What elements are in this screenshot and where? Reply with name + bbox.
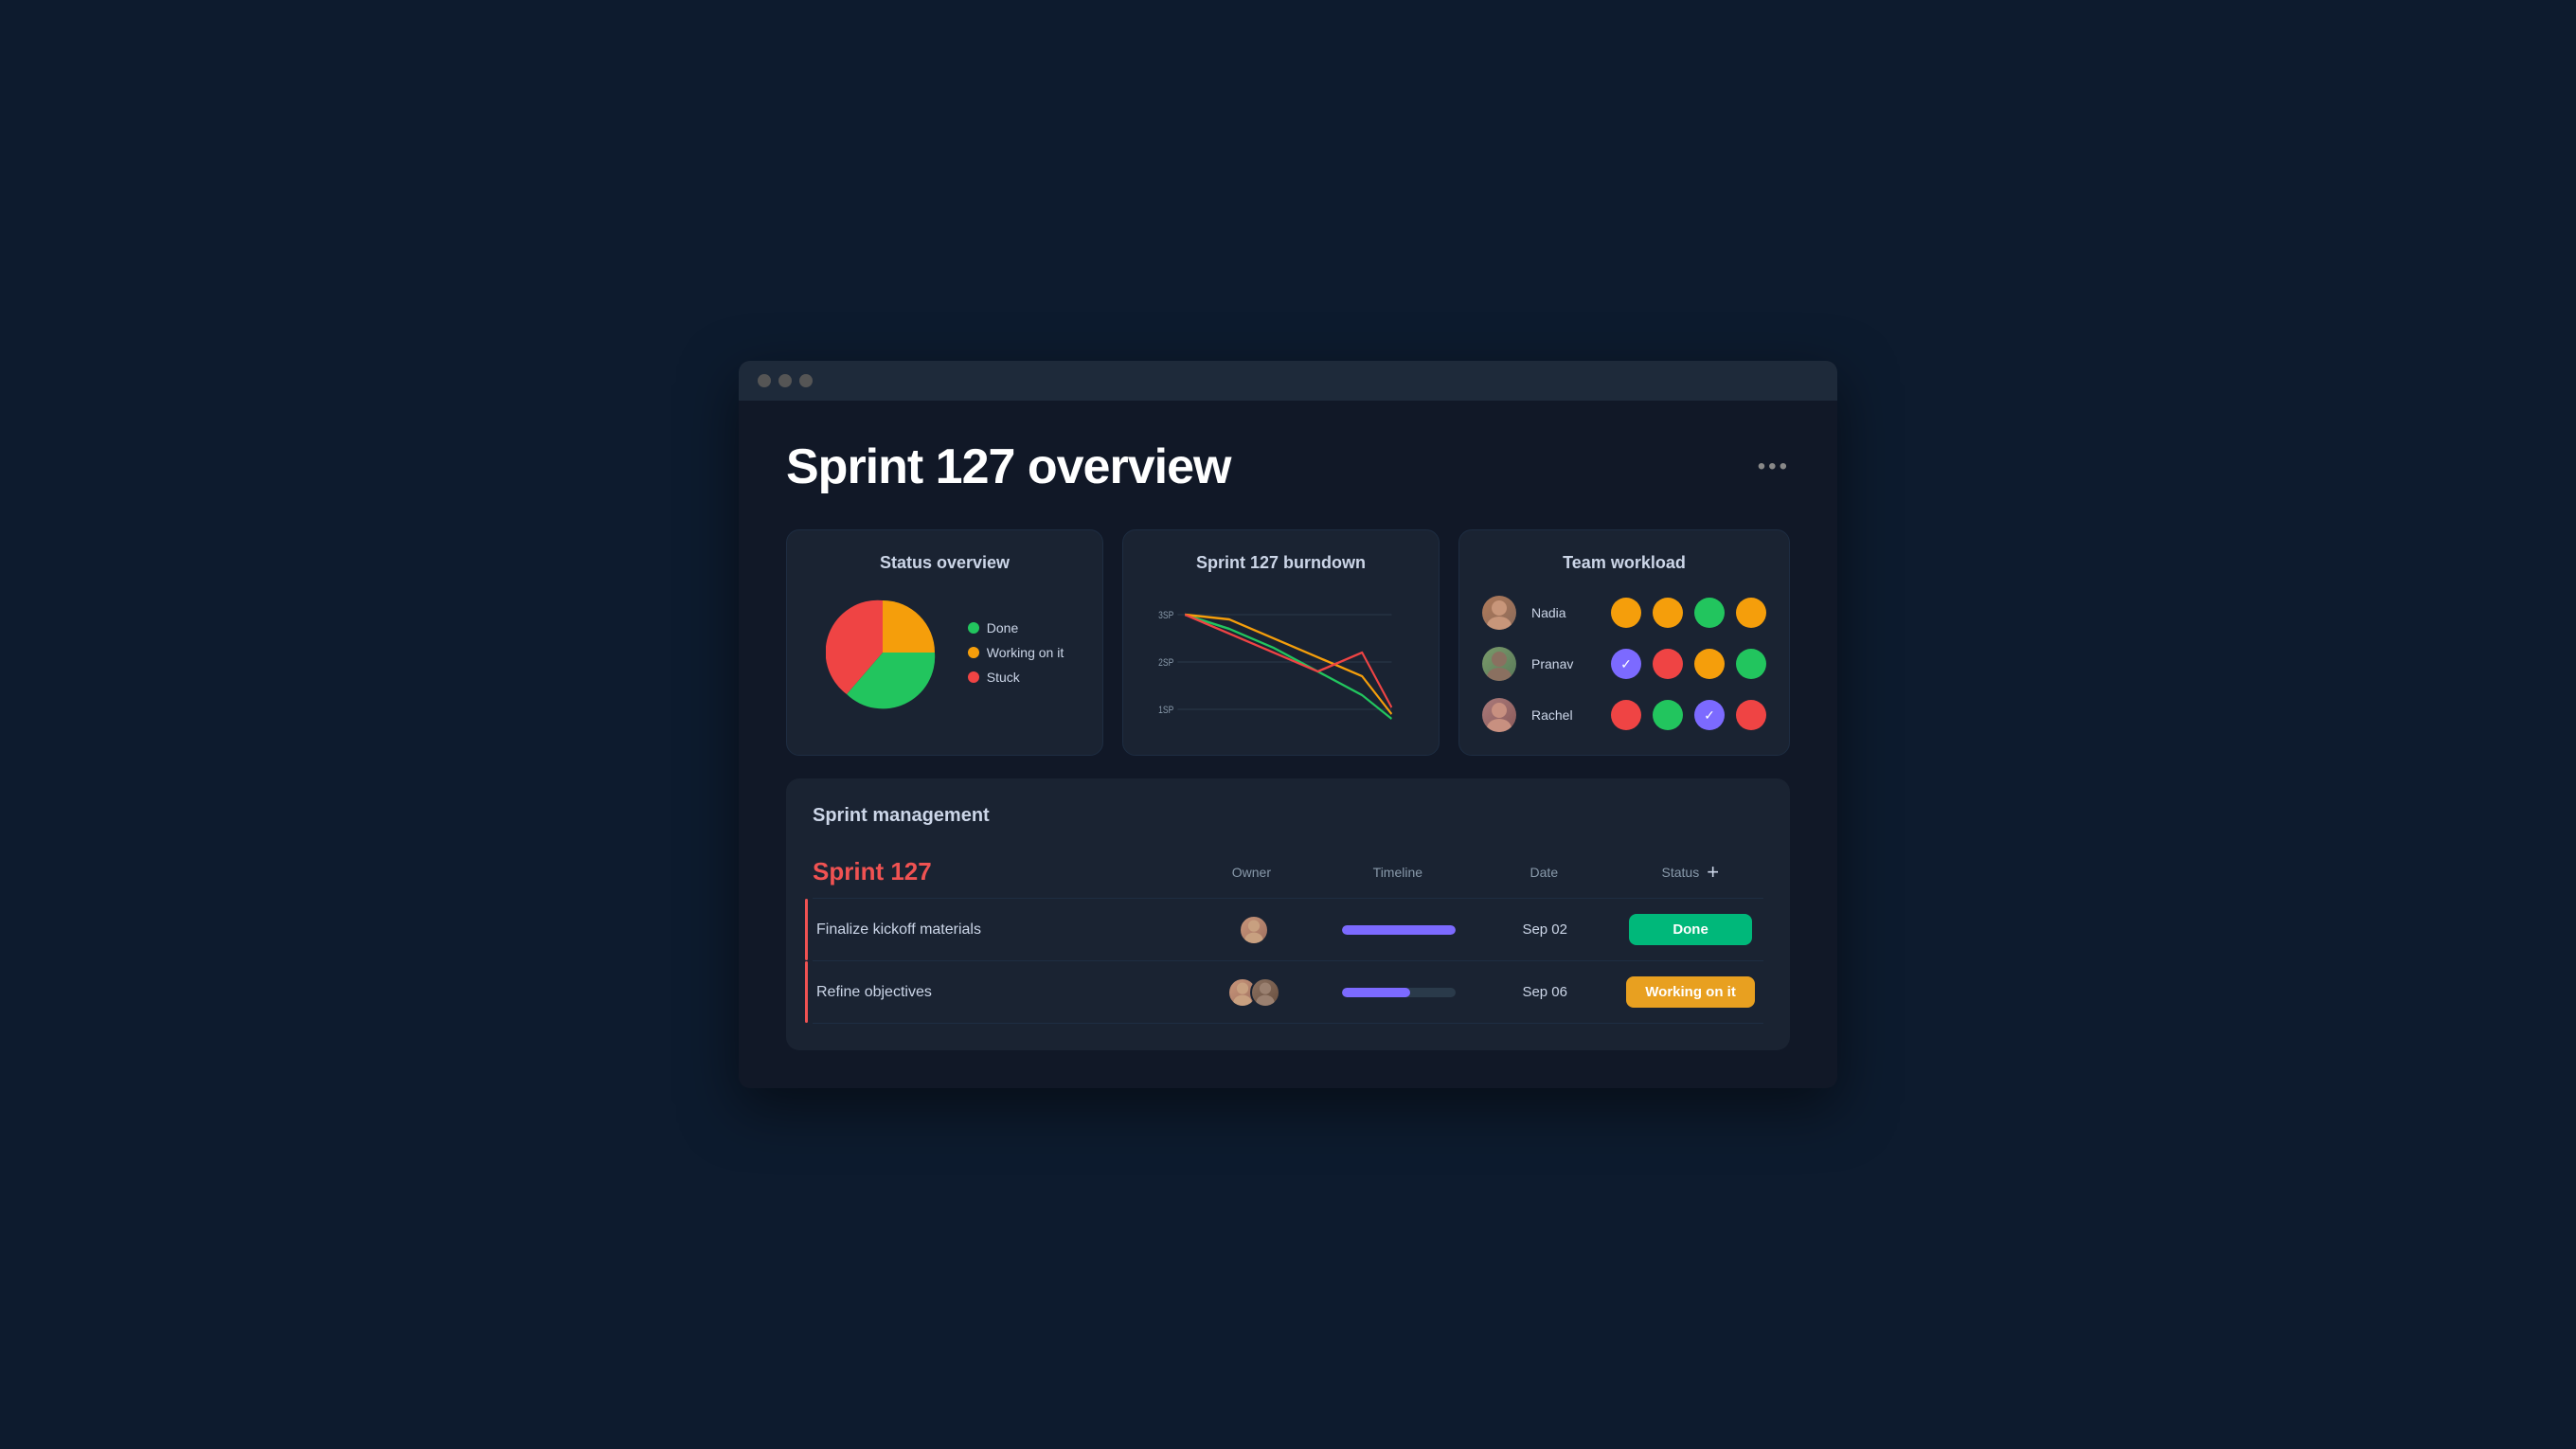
main-content: Sprint 127 overview ••• Status overview: [739, 401, 1837, 1088]
owner-avatars-1: [1227, 977, 1280, 1008]
legend-label-working: Working on it: [987, 645, 1064, 660]
task-date-0: Sep 02: [1472, 921, 1618, 938]
window-dot-yellow: [778, 374, 792, 387]
nadia-dot-4: [1736, 598, 1766, 628]
legend-done: Done: [968, 620, 1064, 635]
status-card-inner: Done Working on it Stuck: [810, 596, 1080, 709]
page-header: Sprint 127 overview •••: [786, 438, 1790, 495]
legend-dot-working: [968, 647, 979, 658]
col-date: Date: [1471, 865, 1617, 880]
avatar-nadia: [1482, 596, 1516, 630]
legend-dot-stuck: [968, 671, 979, 683]
burndown-title: Sprint 127 burndown: [1146, 553, 1416, 573]
more-options-button[interactable]: •••: [1758, 454, 1790, 480]
rachel-dot-3: ✓: [1694, 700, 1725, 730]
member-name-nadia: Nadia: [1531, 605, 1588, 620]
rachel-status-dots: ✓: [1611, 700, 1766, 730]
rachel-dot-1: [1611, 700, 1641, 730]
window-dot-green: [799, 374, 813, 387]
team-workload-title: Team workload: [1482, 553, 1766, 573]
team-row-pranav: Pranav ✓: [1482, 647, 1766, 681]
svg-text:1SP: 1SP: [1158, 705, 1174, 716]
owner-avatars-0: [1239, 915, 1269, 945]
pie-chart: [826, 596, 939, 709]
pranav-dot-2: [1653, 649, 1683, 679]
svg-text:3SP: 3SP: [1158, 610, 1174, 621]
status-overview-card: Status overview: [786, 529, 1103, 756]
legend-label-stuck: Stuck: [987, 670, 1020, 685]
task-timeline-0: [1326, 925, 1472, 935]
member-name-pranav: Pranav: [1531, 656, 1588, 671]
legend-dot-done: [968, 622, 979, 634]
sprint-management-title: Sprint management: [813, 805, 1763, 827]
pranav-dot-3: [1694, 649, 1725, 679]
owner-avatar-1-1: [1250, 977, 1280, 1008]
svg-text:2SP: 2SP: [1158, 657, 1174, 669]
burndown-card: Sprint 127 burndown 3SP 2SP 1SP: [1122, 529, 1440, 756]
sprint-management-section: Sprint management Sprint 127 Owner Timel…: [786, 778, 1790, 1050]
avatar-pranav: [1482, 647, 1516, 681]
task-row-0: Finalize kickoff materials: [813, 899, 1763, 961]
timeline-bar-1: [1342, 988, 1456, 997]
status-legend: Done Working on it Stuck: [968, 620, 1064, 685]
burndown-chart: 3SP 2SP 1SP: [1146, 596, 1416, 728]
sprint-label: Sprint 127: [813, 857, 1178, 886]
team-row-rachel: Rachel ✓: [1482, 698, 1766, 732]
timeline-fill-1: [1342, 988, 1410, 997]
nadia-dot-2: [1653, 598, 1683, 628]
team-row-nadia: Nadia: [1482, 596, 1766, 630]
app-window: Sprint 127 overview ••• Status overview: [739, 361, 1837, 1088]
col-owner: Owner: [1178, 865, 1324, 880]
pranav-dot-1: ✓: [1611, 649, 1641, 679]
legend-label-done: Done: [987, 620, 1018, 635]
titlebar: [739, 361, 1837, 401]
nadia-dot-3: [1694, 598, 1725, 628]
task-owner-1: [1181, 977, 1327, 1008]
task-row-1: Refine objectives: [813, 961, 1763, 1024]
owner-avatar-0-0: [1239, 915, 1269, 945]
col-status: Status +: [1618, 860, 1763, 885]
team-grid: Nadia: [1482, 596, 1766, 732]
status-badge-0: Done: [1629, 914, 1752, 945]
task-timeline-1: [1326, 988, 1472, 997]
add-task-button[interactable]: +: [1707, 860, 1719, 885]
avatar-rachel: [1482, 698, 1516, 732]
member-name-rachel: Rachel: [1531, 707, 1588, 723]
pranav-status-dots: ✓: [1611, 649, 1766, 679]
pranav-dot-4: [1736, 649, 1766, 679]
timeline-fill-0: [1342, 925, 1456, 935]
status-overview-title: Status overview: [810, 553, 1080, 573]
task-owner-0: [1181, 915, 1327, 945]
task-status-0: Done: [1618, 914, 1763, 945]
task-name-1: Refine objectives: [813, 984, 1181, 1001]
team-workload-card: Team workload Nadia: [1458, 529, 1790, 756]
legend-stuck: Stuck: [968, 670, 1064, 685]
page-title: Sprint 127 overview: [786, 438, 1230, 495]
nadia-dot-1: [1611, 598, 1641, 628]
task-name-0: Finalize kickoff materials: [813, 921, 1181, 939]
cards-row: Status overview: [786, 529, 1790, 756]
task-date-1: Sep 06: [1472, 984, 1618, 1000]
nadia-status-dots: [1611, 598, 1766, 628]
status-badge-1: Working on it: [1626, 976, 1755, 1008]
rachel-dot-2: [1653, 700, 1683, 730]
col-timeline: Timeline: [1325, 865, 1471, 880]
rachel-dot-4: [1736, 700, 1766, 730]
task-status-1: Working on it: [1618, 976, 1763, 1008]
timeline-bar-0: [1342, 925, 1456, 935]
legend-working: Working on it: [968, 645, 1064, 660]
sprint-header: Sprint 127 Owner Timeline Date Status +: [813, 846, 1763, 899]
window-dot-red: [758, 374, 771, 387]
